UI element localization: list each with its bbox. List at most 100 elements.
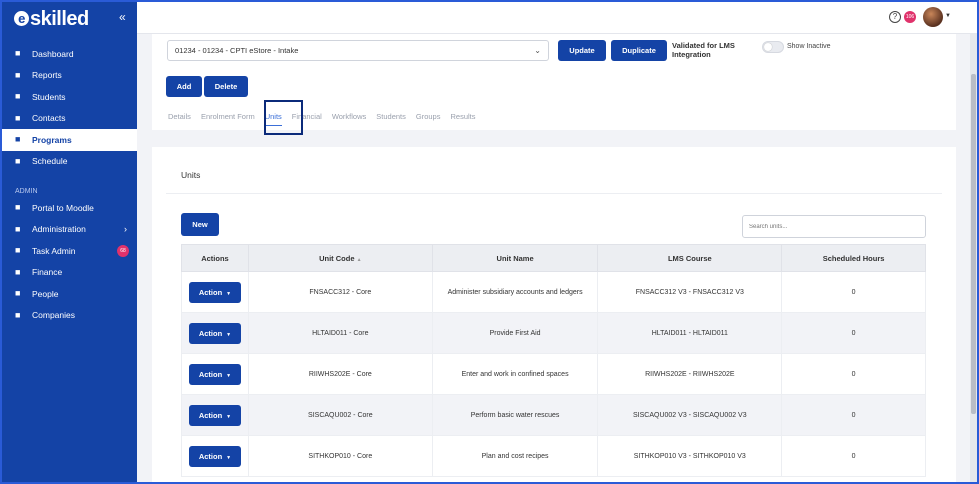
actions-cell: Action ▼ [181,435,249,477]
top-bar: ? 106 ▼ [137,0,979,34]
column-header-unit-name: Unit Name [431,244,599,272]
tab-enrolment-form[interactable]: Enrolment Form [201,112,255,126]
avatar[interactable] [923,7,943,27]
sidebar-item-portal-to-moodle[interactable]: ■ Portal to Moodle [0,197,137,219]
calendar-icon: ■ [15,155,21,166]
sidebar: e skilled « ■ Dashboard ■ Reports ■ Students ■ C… [0,0,137,484]
delete-button[interactable]: Delete [204,76,248,97]
tab-workflows[interactable]: Workflows [332,112,366,126]
sidebar-item-label: Schedule [32,156,68,167]
sidebar-item-programs[interactable]: ■ Programs [0,129,137,151]
sidebar-item-finance[interactable]: ■ Finance [0,262,137,284]
search-units-input[interactable] [742,215,926,238]
action-button-label: Action [198,410,223,420]
sidebar-item-reports[interactable]: ■ Reports [0,65,137,87]
intake-select-value: 01234 - 01234 - CPTI eStore - Intake [175,46,299,55]
caret-down-icon: ▼ [226,290,232,297]
table-header-row: Actions Unit Code ▲ Unit Name LMS Course… [181,244,926,272]
actions-cell: Action ▼ [181,271,249,313]
add-button[interactable]: Add [166,76,202,97]
sidebar-item-dashboard[interactable]: ■ Dashboard [0,43,137,65]
show-inactive-label: Show Inactive [787,43,831,50]
action-dropdown-button[interactable]: Action ▼ [188,281,241,303]
sidebar-item-label: Task Admin [32,245,76,256]
action-dropdown-button[interactable]: Action ▼ [188,445,241,467]
scrollbar-thumb[interactable] [971,74,976,414]
contact-card-icon: ■ [15,112,21,123]
caret-down-icon: ▼ [226,454,232,461]
help-icon[interactable]: ? [889,11,901,23]
column-header-lms-course: LMS Course [597,244,783,272]
sidebar-item-administration[interactable]: ■ Administration › [0,219,137,241]
admin-section-label: ADMIN [15,188,38,195]
action-button-label: Action [198,451,223,461]
sidebar-item-schedule[interactable]: ■ Schedule [0,151,137,173]
chevron-right-icon: › [124,224,127,235]
sidebar-item-label: Portal to Moodle [32,202,94,213]
sidebar-item-label: Students [32,91,66,102]
table-row: Action ▼ SITHKOP010 - Core Plan and cost re… [181,435,926,477]
sidebar-item-label: Contacts [32,113,66,124]
sidebar-item-companies[interactable]: ■ Companies [0,305,137,327]
program-tabs: Details Enrolment Form Units Financial Workf… [168,112,486,126]
duplicate-button[interactable]: Duplicate [611,40,667,61]
sidebar-item-students[interactable]: ■ Students [0,86,137,108]
people-icon: ■ [15,288,21,299]
action-button-label: Action [198,369,223,379]
table-row: Action ▼ FNSACC312 - Core Administer subsid… [181,271,926,313]
eskilled-logo[interactable]: e skilled [14,8,89,31]
tab-results[interactable]: Results [450,112,475,126]
cell-name: Plan and cost recipes [431,435,599,477]
sidebar-item-task-admin[interactable]: ■ Task Admin 68 [0,240,137,262]
cell-lms: FNSACC312 V3 - FNSACC312 V3 [597,271,783,313]
tab-details[interactable]: Details [168,112,191,126]
cell-hours: 0 [781,394,926,436]
sidebar-item-contacts[interactable]: ■ Contacts [0,108,137,130]
sidebar-item-label: Dashboard [32,48,74,59]
tab-students[interactable]: Students [376,112,406,126]
units-table: Actions Unit Code ▲ Unit Name LMS Course… [181,244,926,477]
cell-lms: RIIWHS202E - RIIWHS202E [597,353,783,395]
cell-code: SISCAQU002 - Core [247,394,433,436]
cell-lms: SITHKOP010 V3 - SITHKOP010 V3 [597,435,783,477]
action-dropdown-button[interactable]: Action ▼ [188,322,241,344]
caret-down-icon[interactable]: ▼ [945,13,951,19]
tab-groups[interactable]: Groups [416,112,441,126]
cell-name: Enter and work in confined spaces [431,353,599,395]
notification-badge[interactable]: 106 [904,11,916,23]
action-dropdown-button[interactable]: Action ▼ [188,363,241,385]
coins-icon: ■ [15,266,21,277]
briefcase-icon: ■ [15,223,21,234]
sidebar-nav: ■ Dashboard ■ Reports ■ Students ■ Contacts ■ Pro… [0,43,137,326]
collapse-sidebar-icon[interactable]: « [119,10,126,24]
actions-cell: Action ▼ [181,312,249,354]
cell-code: HLTAID011 - Core [247,312,433,354]
new-unit-button[interactable]: New [181,213,219,236]
cell-name: Provide First Aid [431,312,599,354]
intake-select[interactable]: 01234 - 01234 - CPTI eStore - Intake ⌄ [167,40,549,61]
action-dropdown-button[interactable]: Action ▼ [188,404,241,426]
action-button-label: Action [198,328,223,338]
units-title: Units [166,161,942,194]
sidebar-item-label: Finance [32,267,63,278]
column-header-unit-code[interactable]: Unit Code ▲ [247,244,433,272]
chevron-down-icon: ⌄ [534,46,541,55]
sidebar-item-people[interactable]: ■ People [0,283,137,305]
update-button[interactable]: Update [558,40,606,61]
sidebar-item-label: People [32,288,59,299]
cell-code: RIIWHS202E - Core [247,353,433,395]
sidebar-item-label: Reports [32,70,62,81]
cell-hours: 0 [781,271,926,313]
users-icon: ■ [15,91,21,102]
show-inactive-toggle[interactable] [762,41,784,53]
cell-hours: 0 [781,353,926,395]
building-icon: ■ [15,309,21,320]
sidebar-item-label: Companies [32,310,75,321]
units-card: Units New Actions Unit Code ▲ Unit Name … [152,147,956,484]
logo-text: skilled [30,8,89,30]
report-icon: ■ [15,69,21,80]
caret-down-icon: ▼ [226,372,232,379]
sort-icon: ▲ [356,256,362,263]
table-row: Action ▼ RIIWHS202E - Core Enter and work i… [181,353,926,395]
sidebar-item-label: Administration [32,224,86,235]
